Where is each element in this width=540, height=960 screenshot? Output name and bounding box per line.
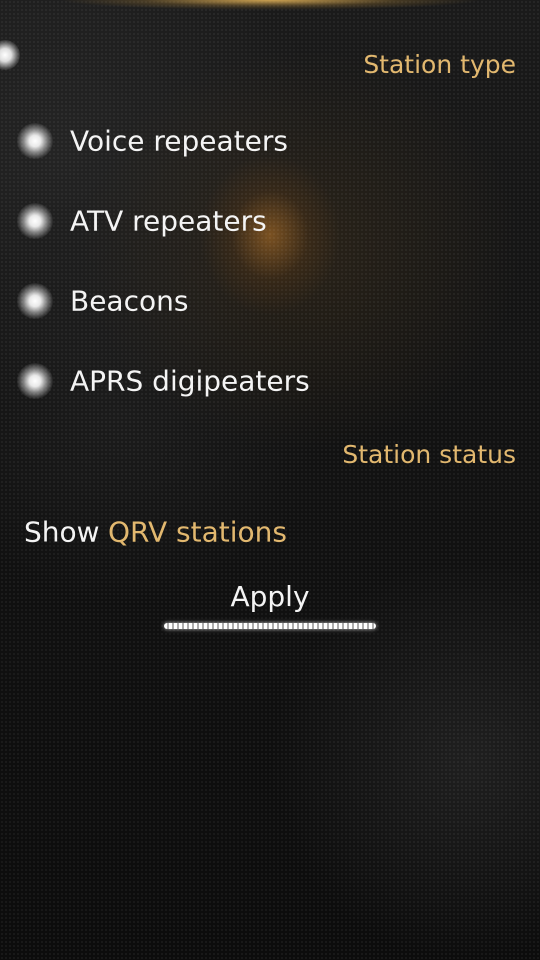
switch-label: Beacons	[70, 284, 189, 318]
apply-button[interactable]: Apply	[162, 572, 378, 634]
station-status-combobox[interactable]: Show QRV stations	[0, 500, 540, 564]
switch-atv-repeaters[interactable]: ATV repeaters	[0, 186, 540, 256]
combobox-value: QRV stations	[108, 515, 287, 549]
switch-indicator-icon	[17, 203, 53, 239]
apply-button-label: Apply	[230, 580, 310, 613]
apply-button-highlight-bar	[164, 623, 376, 629]
switch-indicator-icon	[17, 283, 53, 319]
section-header-station-status: Station status	[342, 440, 516, 469]
switch-label: APRS digipeaters	[70, 364, 310, 398]
switch-beacons[interactable]: Beacons	[0, 266, 540, 336]
switch-label: Voice repeaters	[70, 124, 288, 158]
combobox-label: Show	[24, 515, 100, 549]
top-glow	[60, 0, 480, 10]
switch-aprs-digipeaters[interactable]: APRS digipeaters	[0, 346, 540, 416]
switch-indicator-icon	[17, 123, 53, 159]
switch-label: ATV repeaters	[70, 204, 267, 238]
switch-indicator-icon	[17, 363, 53, 399]
switch-voice-repeaters[interactable]: Voice repeaters	[0, 106, 540, 176]
section-header-station-type: Station type	[363, 50, 516, 79]
